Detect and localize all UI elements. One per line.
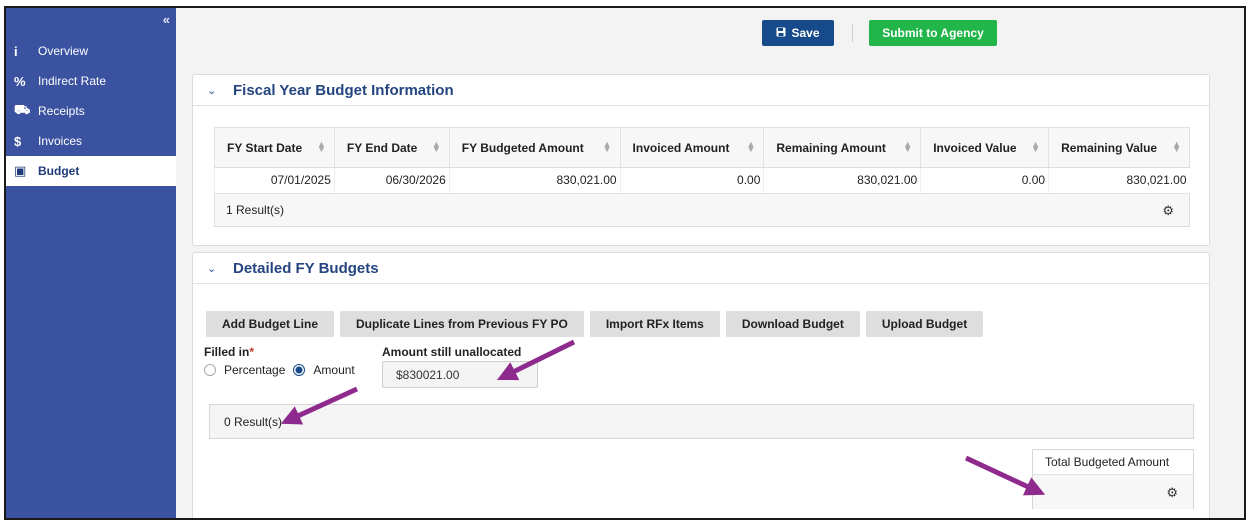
sidebar: « i Overview % Indirect Rate ⛟ Receipts … <box>6 8 176 518</box>
sidebar-item-label: Overview <box>38 44 89 58</box>
sort-icon[interactable]: ▲ ▼ <box>903 140 912 154</box>
column-header-fy-end-date[interactable]: FY End Date ▲ ▼ <box>333 127 450 168</box>
panel-title: Fiscal Year Budget Information <box>233 81 454 99</box>
filled-in-label: Filled in* <box>204 345 255 359</box>
fy-budget-table: FY Start Date ▲ ▼ FY End Date ▲ ▼ FY Budgete… <box>214 127 1190 193</box>
sidebar-item-overview[interactable]: i Overview <box>6 36 176 66</box>
budget-lines-results: 0 Result(s) <box>209 404 1194 439</box>
gear-icon[interactable]: ⚙ <box>1166 485 1178 501</box>
column-header-remaining-value[interactable]: Remaining Value ▲ ▼ <box>1048 127 1190 168</box>
sort-icon[interactable]: ▲ ▼ <box>603 140 612 154</box>
column-header-total-budgeted-amount[interactable]: Total Budgeted Amount <box>1033 450 1193 475</box>
table-cell: 830,021.00 <box>1048 167 1190 193</box>
column-header-fy-budgeted-amount[interactable]: FY Budgeted Amount ▲ ▼ <box>448 127 621 168</box>
floppy-disk-icon <box>776 26 786 40</box>
gear-icon[interactable]: ⚙ <box>1162 203 1174 219</box>
collapse-sidebar-icon[interactable]: « <box>163 12 170 27</box>
toolbar-divider <box>852 24 853 42</box>
sidebar-item-invoices[interactable]: $ Invoices <box>6 126 176 156</box>
percentage-radio[interactable] <box>204 364 216 376</box>
chevron-down-icon[interactable]: ⌄ <box>207 84 233 97</box>
column-header-invoiced-value[interactable]: Invoiced Value ▲ ▼ <box>920 127 1050 168</box>
sidebar-item-indirect-rate[interactable]: % Indirect Rate <box>6 66 176 96</box>
save-label: Save <box>791 26 820 40</box>
sidebar-nav: i Overview % Indirect Rate ⛟ Receipts $ … <box>6 36 176 186</box>
percent-icon: % <box>14 73 26 89</box>
sidebar-item-label: Indirect Rate <box>38 74 107 88</box>
total-budgeted-amount-table: Total Budgeted Amount ⚙ <box>1032 449 1194 509</box>
app-frame: « i Overview % Indirect Rate ⛟ Receipts … <box>4 6 1246 520</box>
amount-unallocated-field: $830021.00 <box>382 361 538 388</box>
save-button[interactable]: Save <box>762 20 834 46</box>
main-content: Save Submit to Agency ⌄ Fiscal Year Budg… <box>176 8 1244 518</box>
sidebar-item-label: Budget <box>38 164 80 178</box>
column-header-invoiced-amount[interactable]: Invoiced Amount ▲ ▼ <box>619 127 765 168</box>
import-rfx-items-button[interactable]: Import RFx Items <box>589 311 720 337</box>
fy-budget-panel-header[interactable]: ⌄ Fiscal Year Budget Information <box>193 75 1209 106</box>
truck-icon: ⛟ <box>14 102 31 117</box>
budget-actions: Add Budget Line Duplicate Lines from Pre… <box>206 311 984 337</box>
table-row[interactable]: 07/01/2025 06/30/2026 830,021.00 0.00 83… <box>214 167 1190 193</box>
submit-to-agency-button[interactable]: Submit to Agency <box>869 20 997 46</box>
sort-icon[interactable]: ▲ ▼ <box>317 140 326 154</box>
required-marker: * <box>249 345 255 359</box>
amount-label: Amount <box>313 363 355 377</box>
sort-icon[interactable]: ▲ ▼ <box>1172 140 1181 154</box>
table-cell: 0.00 <box>920 167 1049 193</box>
table-cell: 830,021.00 <box>763 167 921 193</box>
table-cell: 0.00 <box>619 167 764 193</box>
sort-icon[interactable]: ▲ ▼ <box>432 140 441 154</box>
result-count: 0 Result(s) <box>224 414 283 429</box>
chevron-down-icon[interactable]: ⌄ <box>207 262 233 275</box>
sort-icon[interactable]: ▲ ▼ <box>746 140 755 154</box>
result-count: 1 Result(s) <box>226 203 285 217</box>
table-footer: 1 Result(s) ⚙ <box>214 193 1190 227</box>
column-header-remaining-amount[interactable]: Remaining Amount ▲ ▼ <box>763 127 922 168</box>
money-bill-icon: ▣ <box>14 163 27 178</box>
upload-budget-button[interactable]: Upload Budget <box>865 311 984 337</box>
table-cell: 830,021.00 <box>448 167 621 193</box>
table-footer: ⚙ <box>1033 475 1193 509</box>
sidebar-item-label: Invoices <box>38 134 83 148</box>
duplicate-lines-button[interactable]: Duplicate Lines from Previous FY PO <box>340 311 584 337</box>
sort-icon[interactable]: ▲ ▼ <box>1031 140 1040 154</box>
detailed-fy-budgets-panel: ⌄ Detailed FY Budgets Add Budget Line Du… <box>192 252 1210 518</box>
sidebar-item-receipts[interactable]: ⛟ Receipts <box>6 96 176 126</box>
column-header-fy-start-date[interactable]: FY Start Date ▲ ▼ <box>214 127 335 168</box>
sidebar-item-label: Receipts <box>38 104 85 118</box>
table-cell: 06/30/2026 <box>333 167 450 193</box>
info-icon: i <box>14 43 18 59</box>
table-cell: 07/01/2025 <box>214 167 335 193</box>
dollar-icon: $ <box>14 133 22 149</box>
download-budget-button[interactable]: Download Budget <box>725 311 860 337</box>
add-budget-line-button[interactable]: Add Budget Line <box>206 311 334 337</box>
amount-unallocated-label: Amount still unallocated <box>382 345 522 359</box>
fy-budget-panel: ⌄ Fiscal Year Budget Information FY Star… <box>192 74 1210 246</box>
filled-in-options: Percentage Amount <box>204 363 355 377</box>
detailed-fy-budgets-header[interactable]: ⌄ Detailed FY Budgets <box>193 253 1209 284</box>
percentage-label: Percentage <box>224 363 286 377</box>
amount-radio[interactable] <box>293 364 306 376</box>
panel-title: Detailed FY Budgets <box>233 259 379 277</box>
sidebar-item-budget[interactable]: ▣ Budget <box>6 156 176 186</box>
